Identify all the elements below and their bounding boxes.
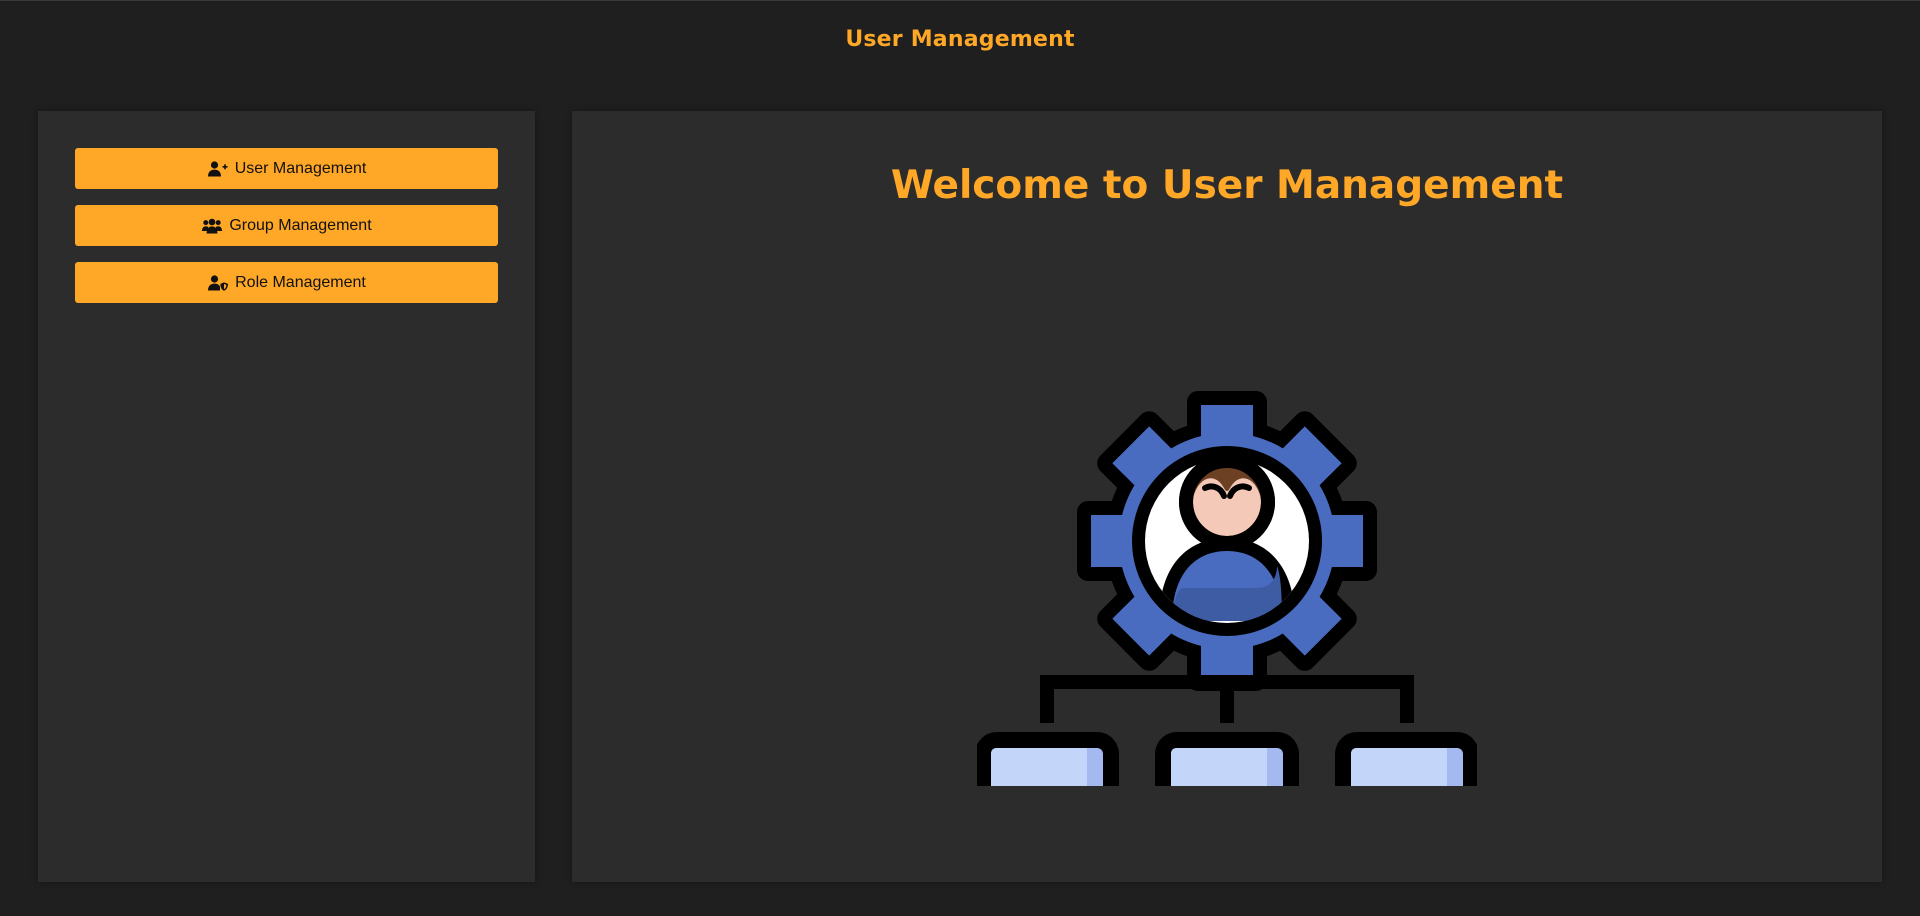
org-box-left	[975, 732, 1119, 842]
main-panel: Welcome to User Management	[572, 111, 1882, 882]
user-gear-hierarchy-icon	[975, 276, 1479, 842]
org-box-center	[1155, 732, 1299, 842]
user-plus-icon	[207, 160, 229, 178]
hierarchy-lines	[1040, 675, 1414, 723]
page-title: User Management	[845, 26, 1075, 52]
user-management-button[interactable]: User Management	[75, 148, 498, 189]
group-management-label: Group Management	[229, 216, 372, 234]
sidebar: User Management Group Management Role Ma…	[38, 111, 535, 882]
welcome-heading: Welcome to User Management	[890, 163, 1564, 208]
users-group-icon	[201, 217, 223, 235]
role-management-label: Role Management	[235, 273, 366, 291]
app-window: User Management User Management Group Ma…	[0, 0, 1920, 916]
group-management-button[interactable]: Group Management	[75, 205, 498, 246]
user-shield-icon	[207, 274, 229, 292]
org-box-right	[1335, 732, 1479, 842]
user-management-label: User Management	[234, 159, 367, 177]
page-header: User Management	[0, 1, 1920, 77]
role-management-button[interactable]: Role Management	[75, 262, 498, 303]
